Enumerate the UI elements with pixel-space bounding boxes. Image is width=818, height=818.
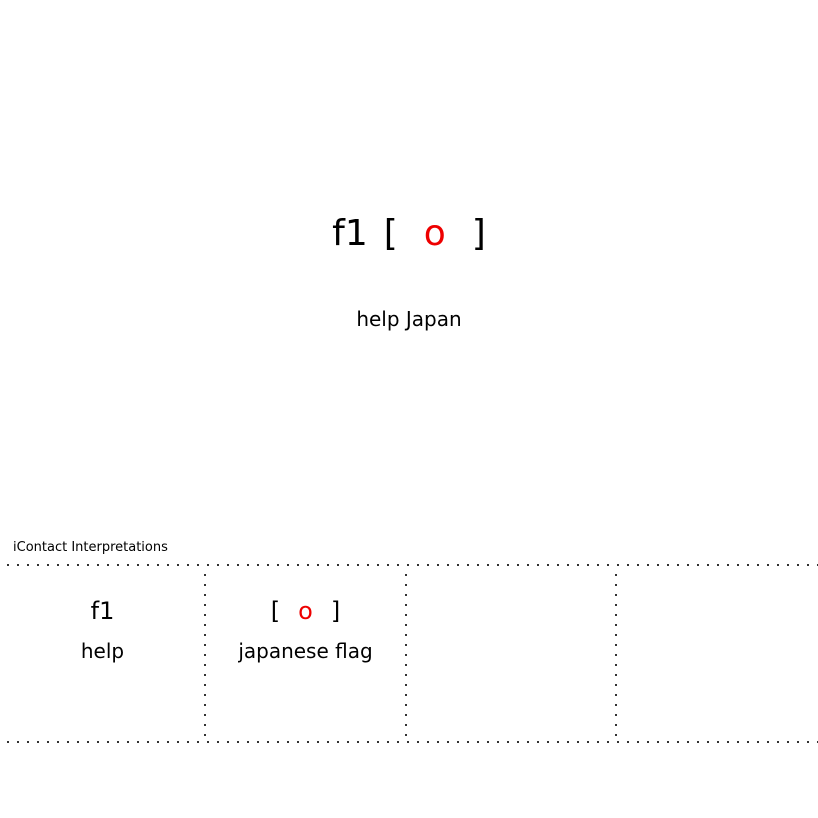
message-meaning: help Japan [356, 307, 462, 331]
glyph-open-bracket: [ [383, 213, 398, 254]
interpretation-cell-empty [616, 566, 818, 742]
glyph-red-o: o [423, 213, 446, 254]
cell-meaning: help [80, 639, 125, 663]
cell-glyph: [ o] [205, 596, 406, 626]
glyph-open-bracket: [ [270, 597, 281, 625]
cell-meaning: japanese flag [238, 639, 373, 663]
glyph-close-bracket: ] [330, 597, 341, 625]
interpretation-cell-empty [406, 566, 616, 742]
glyph-red-o: o [298, 597, 313, 625]
glyph-f1: f1 [332, 213, 368, 254]
interpretations-label: iContact Interpretations [13, 540, 168, 555]
interpretation-cell-japanese-flag: [ o] japanese flag [205, 566, 406, 742]
cell-glyph: f1 [90, 597, 115, 625]
message-glyphs: f1 [ o] [0, 210, 818, 258]
glyph-close-bracket: ] [471, 213, 486, 254]
interpretation-cell-help: f1 help [0, 566, 205, 742]
